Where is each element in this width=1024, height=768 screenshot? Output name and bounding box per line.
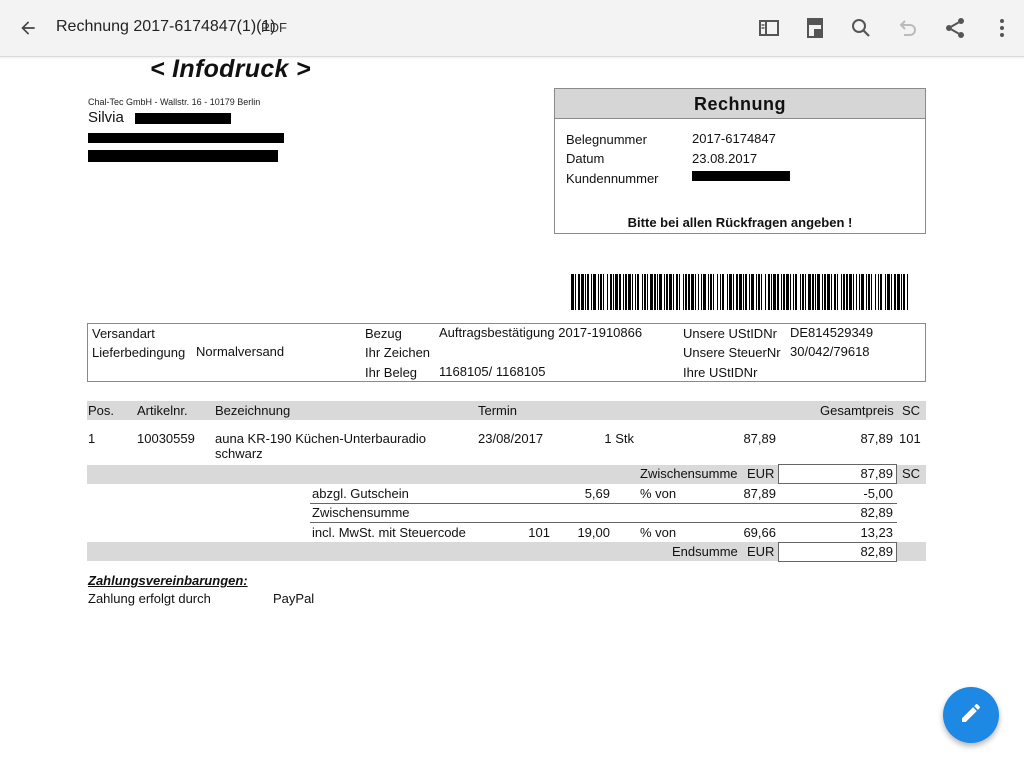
datum-value: 23.08.2017	[692, 151, 758, 166]
vat-rate: 19,00	[577, 525, 610, 540]
steuernr-label: Unsere SteuerNr	[683, 345, 781, 360]
invoice-info-box: Rechnung Belegnummer 2017-6174847 Datum …	[554, 88, 926, 234]
bezug-value: Auftragsbestätigung 2017-1910866	[439, 325, 643, 340]
subtotal2-value: 82,89	[860, 505, 893, 520]
voucher-base: 87,89	[743, 486, 776, 501]
barcode-image	[571, 274, 908, 310]
ihr-beleg-value: 1168105/ 1168105	[439, 364, 546, 379]
col-artikelnr: Artikelnr.	[137, 403, 188, 418]
lieferbedingung-label: Lieferbedingung	[92, 345, 186, 360]
subtotal2-label: Zwischensumme	[312, 505, 410, 520]
redaction-bar	[88, 133, 284, 143]
versandart-label: Versandart	[92, 326, 155, 341]
row-total: 87,89	[860, 431, 893, 446]
ustidnr-value: DE814529349	[790, 325, 874, 340]
divider	[310, 522, 897, 523]
invoice-title: Rechnung	[555, 89, 925, 119]
share-icon[interactable]	[941, 14, 969, 42]
belegnummer-label: Belegnummer	[566, 132, 647, 147]
payment-value: PayPal	[273, 591, 315, 606]
vat-code: 101	[528, 525, 550, 540]
file-type-label: PDF	[261, 20, 287, 35]
col-pos: Pos.	[88, 403, 115, 418]
row-pos: 1	[88, 431, 96, 446]
col-sc: SC	[902, 403, 921, 418]
subtotal-value: 87,89	[860, 466, 893, 481]
total-label: Endsumme	[672, 544, 738, 559]
page-view-icon[interactable]	[801, 14, 829, 42]
undo-icon[interactable]	[893, 14, 921, 42]
ihr-zeichen-label: Ihr Zeichen	[365, 345, 431, 360]
more-vert-icon[interactable]	[988, 14, 1016, 42]
total-value: 82,89	[860, 544, 893, 559]
datum-label: Datum	[566, 151, 605, 166]
row-qty: 1 Stk	[604, 431, 634, 446]
redaction-bar	[88, 150, 278, 162]
col-bezeichnung: Bezeichnung	[215, 403, 291, 418]
sidebar-toggle-icon[interactable]	[755, 14, 783, 42]
voucher-value: -5,00	[863, 486, 893, 501]
inquiry-note: Bitte bei allen Rückfragen angeben !	[627, 215, 853, 230]
belegnummer-value: 2017-6174847	[692, 131, 776, 146]
ihr-beleg-label: Ihr Beleg	[365, 365, 418, 380]
sender-line: Chal-Tec GmbH - Wallstr. 16 - 10179 Berl…	[88, 97, 261, 107]
voucher-amount: 5,69	[584, 486, 610, 501]
col-termin: Termin	[478, 403, 518, 418]
subtotal-currency: EUR	[747, 466, 775, 481]
kundennummer-label: Kundennummer	[566, 171, 659, 186]
payment-heading: Zahlungsvereinbarungen:	[88, 573, 248, 588]
edit-pencil-icon	[959, 701, 983, 730]
search-icon[interactable]	[847, 14, 875, 42]
total-currency: EUR	[747, 544, 775, 559]
voucher-label: abzgl. Gutschein	[312, 486, 409, 501]
voucher-pct-label: % von	[640, 486, 677, 501]
back-arrow-icon[interactable]	[14, 14, 42, 42]
redaction-bar	[135, 113, 231, 124]
vat-base: 69,66	[743, 525, 776, 540]
row-artikelnr: 10030559	[137, 431, 195, 446]
edit-fab-button[interactable]	[943, 687, 999, 743]
vat-pct-label: % von	[640, 525, 677, 540]
ihre-ustidnr-label: Ihre UStIDNr	[683, 365, 758, 380]
row-price: 87,89	[743, 431, 776, 446]
app-bar: Rechnung 2017-6174847(1)(1) PDF	[0, 0, 1024, 57]
recipient-name: Silvia	[88, 109, 124, 126]
divider	[310, 503, 897, 504]
lieferbedingung-value: Normalversand	[196, 344, 285, 359]
redaction-bar	[692, 171, 790, 181]
row-sc: 101	[899, 431, 921, 446]
col-gesamtpreis: Gesamtpreis	[820, 403, 894, 418]
subtotal-label: Zwischensumme	[640, 466, 738, 481]
shipping-info-box: Versandart Lieferbedingung Normalversand…	[87, 323, 926, 382]
vat-label: incl. MwSt. mit Steuercode	[312, 525, 466, 540]
bezug-label: Bezug	[365, 326, 402, 341]
payment-label: Zahlung erfolgt durch	[88, 591, 211, 606]
row-bezeichnung: auna KR-190 Küchen-Unterbauradio	[215, 431, 427, 446]
vat-value: 13,23	[860, 525, 893, 540]
ustidnr-label: Unsere UStIDNr	[683, 326, 777, 341]
document-title: Rechnung 2017-6174847(1)(1)	[56, 18, 276, 35]
steuernr-value: 30/042/79618	[790, 344, 870, 359]
row-termin: 23/08/2017	[478, 431, 544, 446]
company-logo: < Infodruck >	[150, 55, 311, 83]
row-bezeichnung-2: schwarz	[215, 446, 263, 461]
subtotal-sc: SC	[902, 466, 921, 481]
pdf-page: < Infodruck > Chal-Tec GmbH - Wallstr. 1…	[0, 55, 1024, 768]
